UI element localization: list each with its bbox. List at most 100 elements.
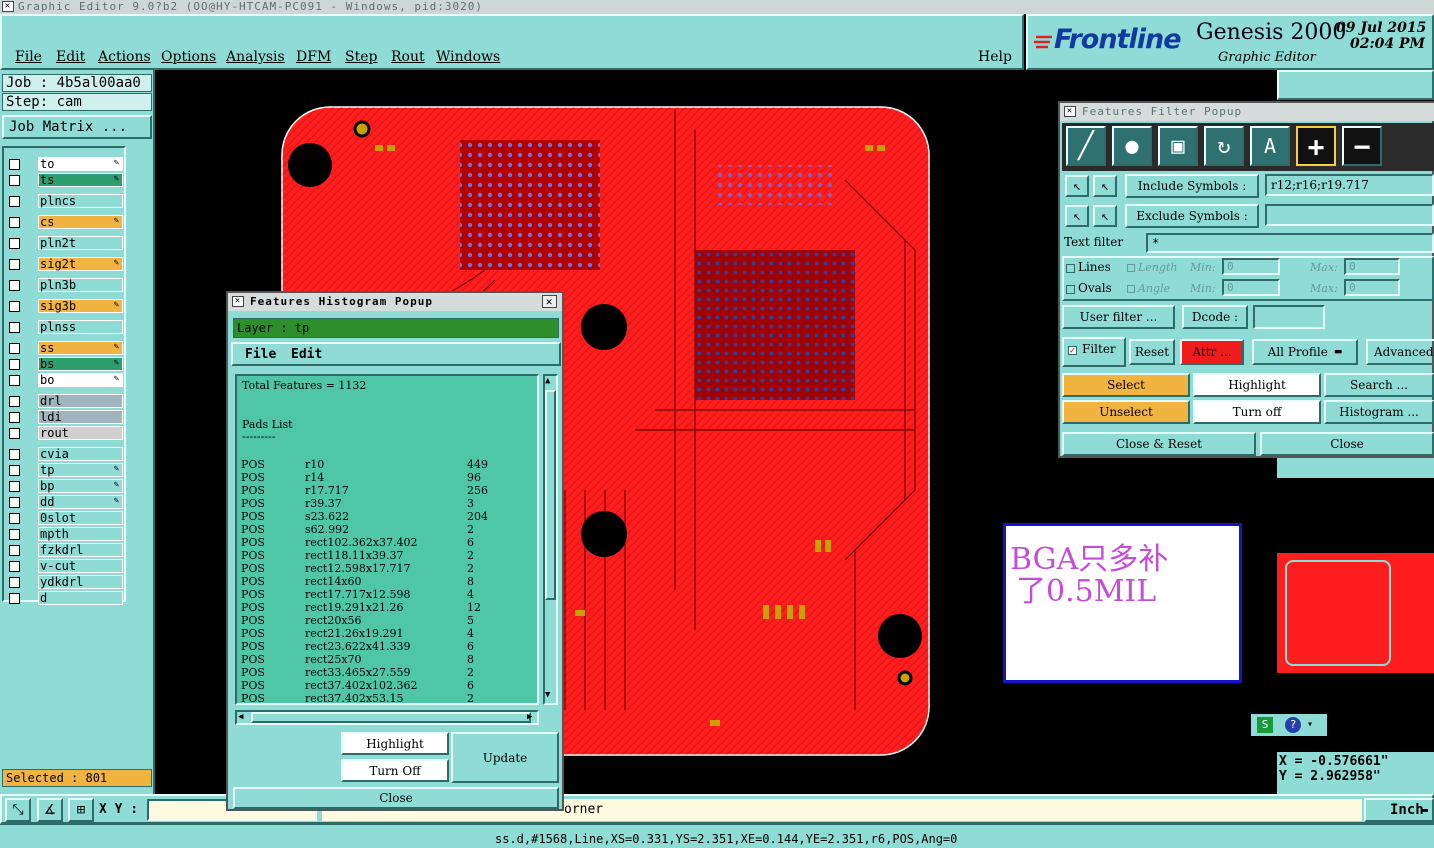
layer-row[interactable]: bo ✎ [6, 373, 123, 387]
dcode-input[interactable] [1253, 305, 1325, 329]
hscroll-thumb[interactable] [251, 712, 531, 723]
layer-checkbox[interactable] [9, 545, 20, 556]
layer-row[interactable]: pln2t [6, 236, 123, 250]
include-pick-icon[interactable]: ↖ [1065, 175, 1089, 197]
filter-close-button[interactable]: Close [1260, 432, 1434, 456]
histogram-close-button[interactable]: Close [233, 787, 559, 809]
layer-row[interactable]: fzkdrl [6, 543, 123, 557]
menu-dfm[interactable]: DFM [296, 49, 331, 65]
layer-checkbox[interactable] [9, 175, 20, 186]
menu-edit[interactable]: Edit [56, 49, 85, 65]
layer-row[interactable]: cvia [6, 447, 123, 461]
layer-checkbox[interactable] [9, 280, 20, 291]
histogram-list[interactable]: Total Features = 1132 Pads List --------… [235, 374, 539, 705]
grid-icon[interactable]: ⊞ [68, 798, 94, 822]
layer-row[interactable]: cs ✎ [6, 215, 123, 229]
unit-dropdown[interactable]: Inch ▬ [1364, 798, 1434, 822]
layer-row[interactable]: plnss [6, 320, 123, 334]
advanced-button[interactable]: Advanced. [1366, 339, 1434, 365]
menu-options[interactable]: Options [161, 49, 216, 65]
angle-max-input[interactable]: 0 [1344, 279, 1400, 296]
layer-checkbox[interactable] [9, 259, 20, 270]
dropdown-icon[interactable]: ▾ [1307, 717, 1319, 733]
layer-row[interactable]: d [6, 591, 123, 605]
length-checkbox[interactable] [1127, 264, 1135, 272]
layer-checkbox[interactable] [9, 196, 20, 207]
layer-checkbox[interactable] [9, 159, 20, 170]
histogram-turnoff-button[interactable]: Turn Off [341, 759, 449, 782]
scroll-thumb[interactable] [545, 390, 556, 600]
filter-checkbox[interactable]: ✓ [1068, 346, 1077, 356]
histogram-menu-file[interactable]: File [245, 347, 276, 362]
histogram-highlight-button[interactable]: Highlight [341, 732, 449, 755]
menu-actions[interactable]: Actions [98, 49, 151, 65]
histogram-vscrollbar[interactable]: ▲ ▼ [543, 374, 558, 705]
layer-row[interactable]: mpth [6, 527, 123, 541]
close-icon[interactable]: ✕ [542, 295, 557, 308]
layer-row[interactable]: v-cut [6, 559, 123, 573]
histogram-menu-edit[interactable]: Edit [291, 347, 322, 362]
attr-button[interactable]: Attr ... [1180, 339, 1244, 365]
ovals-checkbox[interactable] [1066, 285, 1075, 294]
layer-row[interactable]: bs ✎ [6, 357, 123, 371]
length-min-input[interactable]: 0 [1222, 258, 1280, 275]
layer-row[interactable]: plncs [6, 194, 123, 208]
layer-row[interactable]: pln3b [6, 278, 123, 292]
layer-row[interactable]: to ✎ [6, 157, 123, 171]
layer-checkbox[interactable] [9, 465, 20, 476]
menu-rout[interactable]: Rout [391, 49, 425, 65]
menu-windows[interactable]: Windows [436, 49, 500, 65]
line-type-icon[interactable]: ╱ [1066, 126, 1106, 166]
user-filter-button[interactable]: User filter ... [1062, 305, 1175, 329]
layer-row[interactable]: ydkdrl [6, 575, 123, 589]
layer-checkbox[interactable] [9, 343, 20, 354]
text-filter-input[interactable]: * [1146, 233, 1434, 253]
layer-row[interactable]: sig3b ✎ [6, 299, 123, 313]
reset-button[interactable]: Reset [1129, 339, 1175, 365]
select-button[interactable]: Select [1062, 373, 1190, 397]
layer-checkbox[interactable] [9, 577, 20, 588]
filter-highlight-button[interactable]: Highlight [1193, 373, 1321, 397]
length-max-input[interactable]: 0 [1344, 258, 1400, 275]
snap-icon[interactable]: ⤡ [5, 798, 31, 822]
scroll-up-icon[interactable]: ▲ [545, 376, 550, 386]
menu-help[interactable]: Help [978, 49, 1012, 65]
search-button[interactable]: Search ... [1324, 373, 1434, 397]
unselect-button[interactable]: Unselect [1062, 400, 1190, 424]
layer-row[interactable]: 0slot [6, 511, 123, 525]
layer-checkbox[interactable] [9, 238, 20, 249]
layer-checkbox[interactable] [9, 217, 20, 228]
histogram-hscrollbar[interactable]: ◀ ▶ [235, 710, 539, 725]
exclude-symbols-input[interactable] [1265, 204, 1434, 226]
pad-type-icon[interactable]: ● [1112, 126, 1152, 166]
layer-checkbox[interactable] [9, 412, 20, 423]
scroll-right-icon[interactable]: ▶ [527, 712, 532, 722]
scroll-down-icon[interactable]: ▼ [545, 690, 550, 700]
help-icon[interactable]: ? [1285, 717, 1301, 733]
layer-checkbox[interactable] [9, 497, 20, 508]
measure-icon[interactable]: ∡ [37, 798, 63, 822]
exclude-pick-icon[interactable]: ↖ [1065, 205, 1089, 227]
layer-row[interactable]: dd ✎ [6, 495, 123, 509]
layer-checkbox[interactable] [9, 529, 20, 540]
negative-polarity-icon[interactable]: − [1342, 126, 1382, 166]
include-symbols-input[interactable]: r12;r16;r19.717 [1265, 174, 1434, 196]
menu-step[interactable]: Step [345, 49, 377, 65]
layer-checkbox[interactable] [9, 593, 20, 604]
angle-checkbox[interactable] [1127, 285, 1135, 293]
layer-row[interactable]: ts ✎ [6, 173, 123, 187]
layer-row[interactable]: ss ✎ [6, 341, 123, 355]
layer-checkbox[interactable] [9, 481, 20, 492]
layer-row[interactable]: tp ✎ [6, 463, 123, 477]
layer-row[interactable]: ldi [6, 410, 123, 424]
angle-min-input[interactable]: 0 [1222, 279, 1280, 296]
exclude-pick2-icon[interactable]: ↖ [1093, 205, 1117, 227]
profile-dropdown[interactable]: All Profile ▬ [1252, 339, 1358, 365]
layer-checkbox[interactable] [9, 396, 20, 407]
positive-polarity-icon[interactable]: + [1296, 126, 1336, 166]
lines-checkbox[interactable] [1066, 264, 1075, 273]
surface-type-icon[interactable]: ▣ [1158, 126, 1198, 166]
layer-row[interactable]: bp ✎ [6, 479, 123, 493]
layer-checkbox[interactable] [9, 449, 20, 460]
layer-checkbox[interactable] [9, 359, 20, 370]
